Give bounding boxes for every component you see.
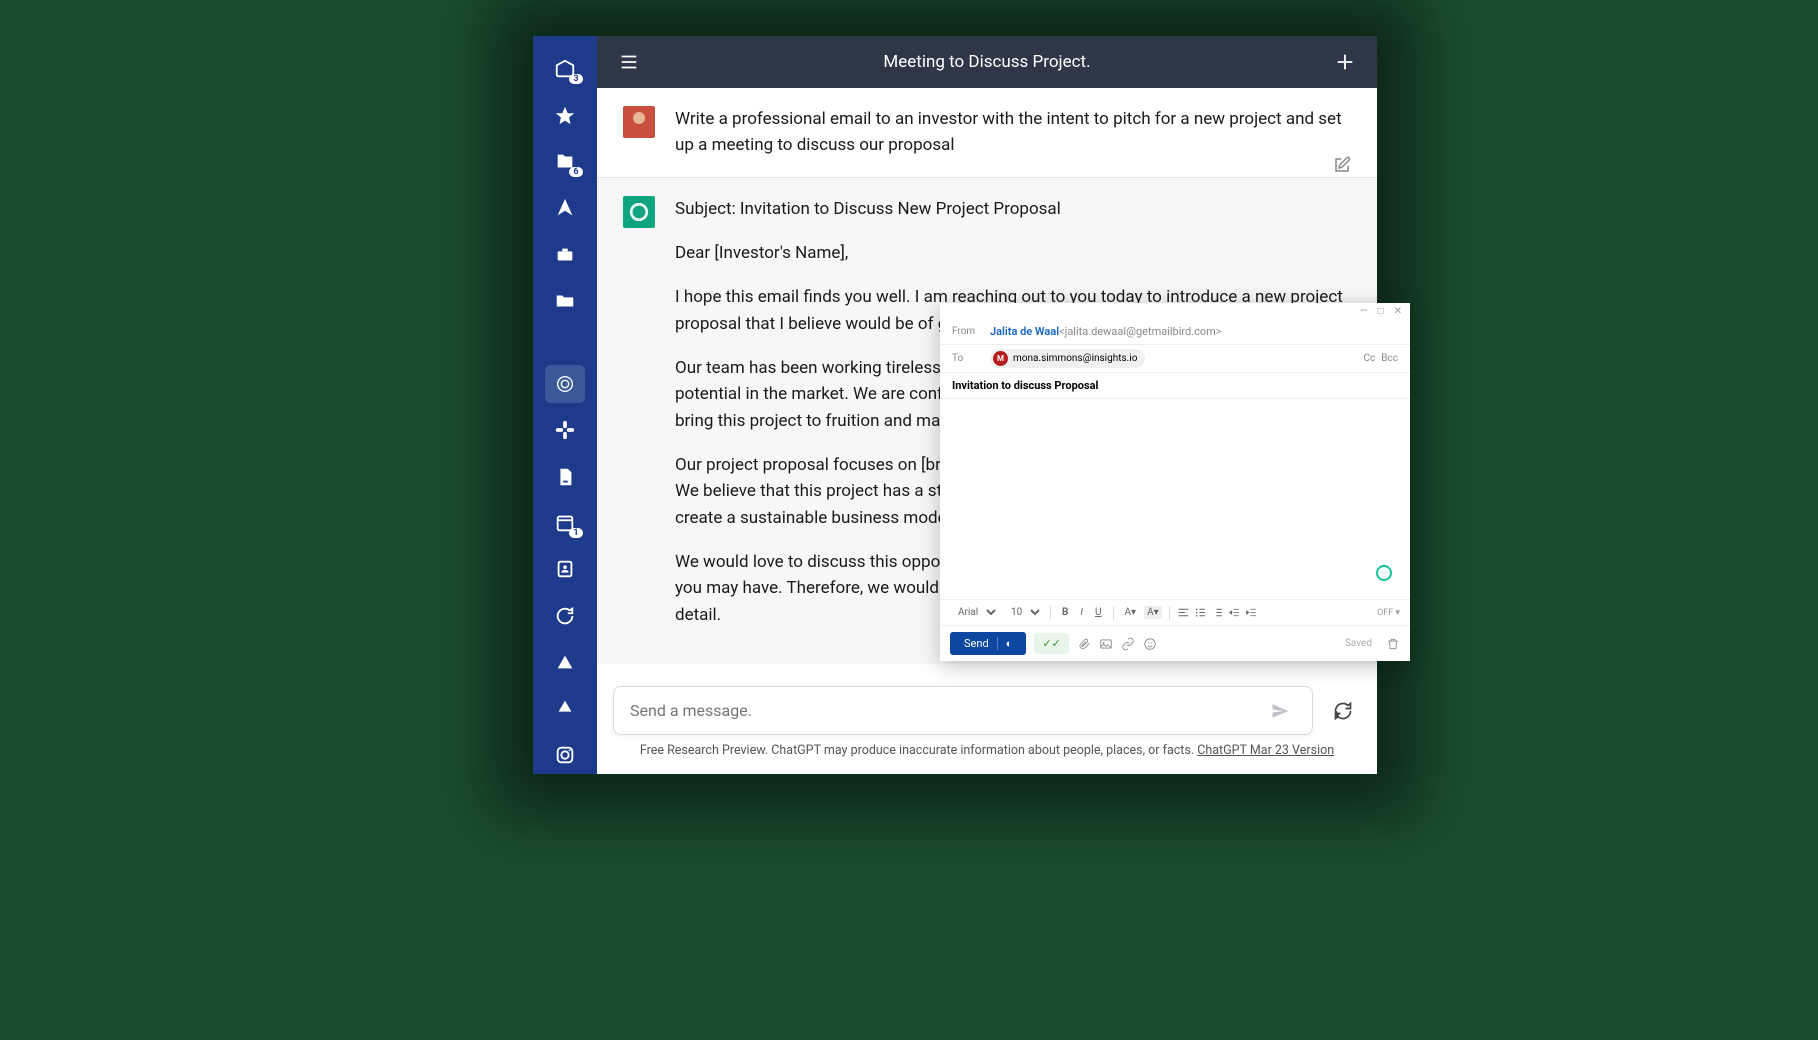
email-subject-line: Subject: Invitation to Discuss New Proje… bbox=[675, 196, 1351, 222]
sidebar-send[interactable] bbox=[545, 189, 585, 227]
sidebar-instagram[interactable] bbox=[545, 736, 585, 774]
input-area: Free Research Preview. ChatGPT may produ… bbox=[597, 674, 1377, 774]
format-toolbar: Arial 10 B I U A▾ A▾ OFF ▾ bbox=[940, 599, 1410, 625]
openai-logo-icon bbox=[628, 201, 650, 223]
tracking-toggle[interactable]: OFF ▾ bbox=[1377, 608, 1400, 618]
bcc-button[interactable]: Bcc bbox=[1381, 353, 1398, 364]
regenerate-button[interactable] bbox=[1325, 693, 1361, 729]
app-sidebar: 3 6 1 bbox=[533, 36, 597, 774]
user-avatar bbox=[623, 106, 655, 138]
recipient-chip[interactable]: M mona.simmons@insights.io bbox=[990, 349, 1145, 368]
indent-button[interactable] bbox=[1245, 606, 1258, 619]
sidebar-slack[interactable] bbox=[545, 411, 585, 449]
chat-input[interactable] bbox=[613, 686, 1313, 735]
plus-icon bbox=[1334, 51, 1356, 73]
grammarly-icon[interactable] bbox=[1376, 565, 1392, 581]
link-button[interactable] bbox=[1121, 637, 1135, 651]
from-email: <jalita.dewaal@getmailbird.com> bbox=[1059, 325, 1221, 338]
star-icon bbox=[554, 105, 576, 127]
bullet-list-button[interactable] bbox=[1194, 606, 1207, 619]
user-message-text: Write a professional email to an investo… bbox=[675, 106, 1351, 159]
sidebar-files[interactable]: 6 bbox=[545, 143, 585, 181]
sidebar-refresh[interactable] bbox=[545, 597, 585, 635]
hamburger-button[interactable] bbox=[613, 46, 645, 78]
sidebar-drive[interactable] bbox=[545, 689, 585, 727]
close-button[interactable]: ✕ bbox=[1394, 306, 1402, 317]
drive-icon bbox=[554, 697, 576, 719]
emoji-button[interactable] bbox=[1143, 637, 1157, 651]
compose-body[interactable] bbox=[940, 399, 1410, 599]
sidebar-triangle[interactable] bbox=[545, 643, 585, 681]
files-badge: 6 bbox=[569, 167, 583, 177]
image-button[interactable] bbox=[1099, 637, 1113, 651]
sidebar-calendar[interactable]: 1 bbox=[545, 504, 585, 542]
saved-indicator: Saved bbox=[1345, 638, 1372, 649]
delete-draft-button[interactable] bbox=[1386, 637, 1400, 651]
send-message-button[interactable] bbox=[1271, 702, 1289, 720]
folder-icon bbox=[554, 290, 576, 312]
openai-icon bbox=[554, 373, 576, 395]
from-name[interactable]: Jalita de Waal bbox=[990, 325, 1059, 338]
sidebar-inbox[interactable]: 3 bbox=[545, 50, 585, 88]
footer-disclaimer: Free Research Preview. ChatGPT may produ… bbox=[613, 735, 1361, 766]
to-label: To bbox=[952, 353, 990, 364]
compose-titlebar: — □ ✕ bbox=[940, 303, 1410, 319]
edit-message-button[interactable] bbox=[1333, 156, 1351, 174]
sidebar-folder[interactable] bbox=[545, 282, 585, 320]
size-select[interactable]: 10 bbox=[1003, 604, 1043, 621]
cc-button[interactable]: Cc bbox=[1364, 353, 1376, 364]
sidebar-favorites[interactable] bbox=[545, 96, 585, 134]
to-row: To M mona.simmons@insights.io Cc Bcc bbox=[940, 345, 1410, 373]
hamburger-icon bbox=[618, 51, 640, 73]
sidebar-chatgpt[interactable] bbox=[545, 365, 585, 403]
minimize-button[interactable]: — bbox=[1360, 306, 1368, 317]
instagram-icon bbox=[554, 744, 576, 766]
outdent-button[interactable] bbox=[1228, 606, 1241, 619]
send-button[interactable]: Send◐ bbox=[950, 632, 1026, 655]
calendar-badge: 1 bbox=[569, 528, 583, 538]
font-select[interactable]: Arial bbox=[950, 604, 999, 621]
align-button[interactable] bbox=[1177, 606, 1190, 619]
sidebar-contacts[interactable] bbox=[545, 550, 585, 588]
email-greeting: Dear [Investor's Name], bbox=[675, 240, 1351, 266]
new-chat-button[interactable] bbox=[1329, 46, 1361, 78]
bold-button[interactable]: B bbox=[1058, 605, 1072, 620]
send-icon bbox=[554, 197, 576, 219]
maximize-button[interactable]: □ bbox=[1378, 306, 1384, 317]
version-link[interactable]: ChatGPT Mar 23 Version bbox=[1197, 743, 1334, 758]
assistant-avatar bbox=[623, 196, 655, 228]
inbox-badge: 3 bbox=[569, 74, 583, 84]
recipient-email: mona.simmons@insights.io bbox=[1013, 353, 1137, 364]
recipient-avatar: M bbox=[993, 351, 1008, 366]
refresh-icon bbox=[554, 605, 576, 627]
underline-button[interactable]: U bbox=[1091, 605, 1105, 620]
document-icon bbox=[554, 466, 576, 488]
topbar: Meeting to Discuss Project. bbox=[597, 36, 1377, 88]
from-label: From bbox=[952, 326, 990, 337]
check-button[interactable]: ✓✓ bbox=[1034, 633, 1068, 654]
user-message: Write a professional email to an investo… bbox=[597, 88, 1377, 177]
toolbox-icon bbox=[554, 244, 576, 266]
from-row: From Jalita de Waal <jalita.dewaal@getma… bbox=[940, 319, 1410, 345]
send-bar: Send◐ ✓✓ Saved bbox=[940, 625, 1410, 661]
italic-button[interactable]: I bbox=[1076, 605, 1087, 620]
triangle-icon bbox=[554, 651, 576, 673]
compose-window: — □ ✕ From Jalita de Waal <jalita.dewaal… bbox=[940, 303, 1410, 661]
attach-button[interactable] bbox=[1077, 637, 1091, 651]
slack-icon bbox=[554, 419, 576, 441]
regenerate-icon bbox=[1333, 701, 1353, 721]
page-title: Meeting to Discuss Project. bbox=[645, 52, 1329, 72]
contacts-icon bbox=[554, 558, 576, 580]
number-list-button[interactable] bbox=[1211, 606, 1224, 619]
highlight-button[interactable]: A▾ bbox=[1144, 606, 1162, 619]
sidebar-toolbox[interactable] bbox=[545, 235, 585, 273]
text-color-button[interactable]: A▾ bbox=[1121, 605, 1141, 620]
sidebar-document[interactable] bbox=[545, 458, 585, 496]
subject-field[interactable]: Invitation to discuss Proposal bbox=[940, 373, 1410, 399]
